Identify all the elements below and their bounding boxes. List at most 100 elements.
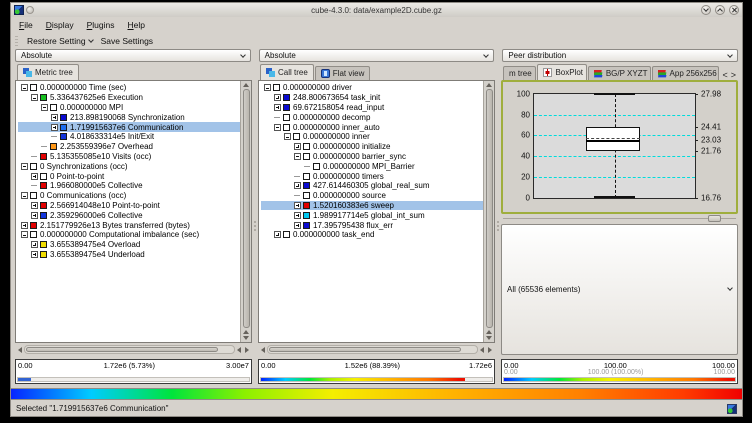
expand-icon[interactable] — [51, 124, 58, 131]
tree-row[interactable]: 1.989917714e5 global_int_sum — [261, 210, 483, 220]
expand-icon[interactable] — [294, 182, 301, 189]
tree-row[interactable]: 0 Communications (occ) — [18, 191, 240, 201]
metric-hscrollbar[interactable] — [15, 344, 252, 355]
tree-row[interactable]: 248.800673654 task_init — [261, 93, 483, 103]
expand-icon[interactable] — [21, 222, 28, 229]
tree-row[interactable]: 0.000000000 MPI — [18, 103, 240, 113]
scroll-left-icon[interactable] — [237, 347, 241, 353]
expand-icon[interactable] — [294, 222, 301, 229]
tab-flat-view[interactable]: Flat view — [315, 66, 371, 80]
collapse-icon[interactable] — [21, 163, 28, 170]
call-hscrollbar[interactable] — [258, 344, 495, 355]
collapse-icon[interactable] — [21, 192, 28, 199]
scroll-down-icon[interactable] — [243, 336, 249, 340]
scroll-up-icon[interactable] — [243, 83, 249, 87]
minimize-button[interactable] — [701, 5, 711, 15]
scroll-left-icon[interactable] — [480, 347, 484, 353]
scrollbar-thumb[interactable] — [269, 347, 461, 352]
tree-row[interactable]: 0.000000000 decomp — [261, 112, 483, 122]
scroll-left-icon[interactable] — [18, 347, 22, 353]
collapse-icon[interactable] — [294, 153, 301, 160]
tree-row[interactable]: 0 Synchronizations (occ) — [18, 161, 240, 171]
tree-row[interactable]: 0.000000000 inner_auto — [261, 122, 483, 132]
expand-icon[interactable] — [51, 114, 58, 121]
collapse-icon[interactable] — [31, 94, 38, 101]
expand-icon[interactable] — [31, 173, 38, 180]
tab-boxplot[interactable]: BoxPlot — [537, 64, 586, 80]
element-filter-combobox[interactable]: All (65536 elements) — [501, 224, 738, 356]
expand-icon[interactable] — [294, 212, 301, 219]
expand-icon[interactable] — [31, 202, 38, 209]
tree-row[interactable]: 213.898190068 Synchronization — [18, 112, 240, 122]
tree-row[interactable]: 5.135355085e10 Visits (occ) — [18, 152, 240, 162]
tab-app-256x256[interactable]: App 256x256 — [652, 66, 720, 80]
scroll-up-icon[interactable] — [243, 330, 249, 334]
scroll-up-icon[interactable] — [486, 83, 492, 87]
tab-call-tree[interactable]: Call tree — [260, 64, 314, 80]
scroll-right-icon[interactable] — [245, 347, 249, 353]
call-mode-combobox[interactable]: Absolute — [259, 49, 495, 62]
collapse-icon[interactable] — [21, 84, 28, 91]
expand-icon[interactable] — [31, 212, 38, 219]
scroll-left-icon[interactable] — [261, 347, 265, 353]
tree-row[interactable]: 0.000000000 initialize — [261, 142, 483, 152]
collapse-icon[interactable] — [274, 124, 281, 131]
restore-setting-button[interactable]: Restore Setting — [23, 36, 97, 46]
tree-row[interactable]: 2.253559396e7 Overhead — [18, 142, 240, 152]
expand-icon[interactable] — [274, 104, 281, 111]
tree-row[interactable]: 0.000000000 Computational imbalance (sec… — [18, 230, 240, 240]
collapse-icon[interactable] — [264, 84, 271, 91]
menu-display[interactable]: Display — [46, 20, 74, 30]
tree-row[interactable]: 0.000000000 barrier_sync — [261, 152, 483, 162]
tree-row[interactable]: 0.000000000 inner — [261, 132, 483, 142]
tree-row[interactable]: 427.614460305 global_real_sum — [261, 181, 483, 191]
tree-row[interactable]: 1.719915637e6 Communication — [18, 122, 240, 132]
collapse-icon[interactable] — [21, 231, 28, 238]
tree-row[interactable]: 69.672158054 read_input — [261, 103, 483, 113]
tree-row[interactable]: 4.018633314e5 Init/Exit — [18, 132, 240, 142]
toolbar-handle[interactable] — [15, 36, 18, 46]
tree-row[interactable]: 0.000000000 timers — [261, 171, 483, 181]
tree-row[interactable]: 0 Point-to-point — [18, 171, 240, 181]
metric-vscrollbar[interactable] — [240, 81, 251, 342]
expand-icon[interactable] — [31, 241, 38, 248]
scroll-right-icon[interactable] — [488, 347, 492, 353]
scroll-down-icon[interactable] — [486, 336, 492, 340]
tree-row[interactable]: 0.000000000 source — [261, 191, 483, 201]
save-settings-button[interactable]: Save Settings — [97, 36, 157, 46]
scrollbar-thumb[interactable] — [26, 347, 218, 352]
tree-row[interactable]: 2.151779926e13 Bytes transferred (bytes) — [18, 220, 240, 230]
metric-mode-combobox[interactable]: Absolute — [15, 49, 251, 62]
maximize-button[interactable] — [715, 5, 725, 15]
slider-thumb[interactable] — [708, 215, 721, 222]
tree-row[interactable]: 17.395795438 flux_err — [261, 220, 483, 230]
menu-plugins[interactable]: Plugins — [87, 20, 115, 30]
tree-row[interactable]: 3.655389475e4 Underload — [18, 250, 240, 260]
scrollbar-thumb[interactable] — [243, 89, 250, 328]
tab-bgp-xyzt[interactable]: BG/P XYZT — [588, 66, 651, 80]
tree-row[interactable]: 0.000000000 driver — [261, 83, 483, 93]
menu-file[interactable]: File — [19, 20, 33, 30]
tree-row[interactable]: 0.000000000 task_end — [261, 230, 483, 240]
expand-icon[interactable] — [294, 202, 301, 209]
collapse-icon[interactable] — [41, 104, 48, 111]
collapse-icon[interactable] — [284, 133, 291, 140]
tree-row[interactable]: 0.000000000 MPI_Barrier — [261, 161, 483, 171]
expand-icon[interactable] — [274, 94, 281, 101]
tree-row[interactable]: 0.000000000 Time (sec) — [18, 83, 240, 93]
tab-system-tree[interactable]: m tree — [503, 66, 536, 80]
menu-help[interactable]: Help — [127, 20, 144, 30]
tab-metric-tree[interactable]: Metric tree — [17, 64, 79, 80]
tree-row[interactable]: 1.966080000e5 Collective — [18, 181, 240, 191]
scroll-up-icon[interactable] — [486, 330, 492, 334]
tab-scroll-left-button[interactable]: < — [722, 70, 727, 80]
cube-logo-icon[interactable] — [727, 404, 737, 414]
expand-icon[interactable] — [294, 143, 301, 150]
close-button[interactable] — [729, 5, 739, 15]
tree-row[interactable]: 2.359296000e6 Collective — [18, 210, 240, 220]
expand-icon[interactable] — [31, 251, 38, 258]
tab-scroll-right-button[interactable]: > — [731, 70, 736, 80]
tree-row[interactable]: 1.520160383e6 sweep — [261, 201, 483, 211]
call-vscrollbar[interactable] — [483, 81, 494, 342]
scrollbar-thumb[interactable] — [486, 89, 493, 328]
